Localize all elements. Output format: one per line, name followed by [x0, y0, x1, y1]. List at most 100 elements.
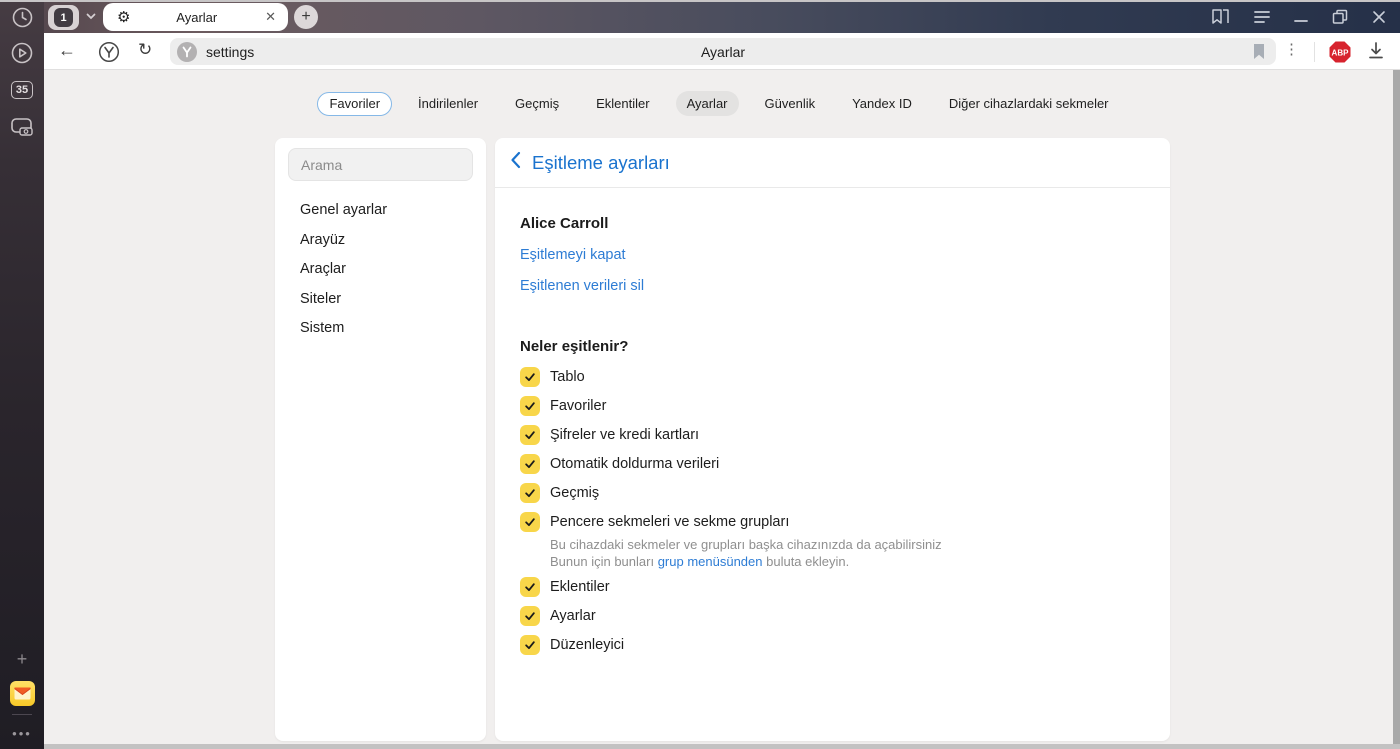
play-icon[interactable] [0, 42, 44, 64]
tab-count-badge[interactable]: 35 [0, 81, 44, 99]
tab-counter-value: 1 [54, 8, 73, 27]
download-icon[interactable] [1367, 41, 1385, 65]
restore-icon[interactable] [1332, 9, 1348, 25]
nav-tab-eklentiler[interactable]: Eklentiler [585, 91, 660, 116]
active-tab[interactable]: ⚙ Ayarlar ✕ [103, 3, 288, 31]
browser-window: 35 + ••• 1 ⚙ Ayarlar ✕ + ← ↻ settings Ay… [0, 0, 1400, 749]
toolbar-menu-dots-icon[interactable]: ⋮ [1284, 40, 1300, 58]
rail-divider [12, 714, 32, 715]
settings-top-nav: Favoriler İndirilenler Geçmiş Eklentiler… [44, 91, 1393, 116]
delete-synced-data-link[interactable]: Eşitlenen verileri sil [520, 278, 644, 294]
toolbar: ← ↻ settings Ayarlar ⋮ ABP [44, 33, 1400, 70]
account-name: Alice Carroll [520, 215, 609, 232]
settings-nav-panel: Genel ayarlar Arayüz Araçlar Siteler Sis… [275, 138, 486, 741]
window-controls [1211, 0, 1400, 33]
toolbar-divider [1314, 42, 1315, 62]
sync-item-row: Eklentiler [520, 577, 1170, 597]
yandex-protect-icon[interactable] [98, 41, 120, 68]
close-window-icon[interactable] [1372, 10, 1386, 24]
sync-item-row: Şifreler ve kredi kartları [520, 425, 1170, 445]
checkbox-checked-icon[interactable] [520, 483, 540, 503]
settings-section-list: Genel ayarlar Arayüz Araçlar Siteler Sis… [275, 202, 486, 336]
checkbox-checked-icon[interactable] [520, 606, 540, 626]
tabs-chevron-down-icon[interactable] [84, 9, 98, 28]
sync-header: Eşitleme ayarları [495, 138, 1170, 188]
nav-tab-favoriler[interactable]: Favoriler [317, 91, 393, 116]
group-menu-link[interactable]: grup menüsünden [658, 554, 763, 569]
sync-section-title: Neler eşitlenir? [520, 338, 629, 355]
sync-page-title[interactable]: Eşitleme ayarları [532, 152, 670, 174]
checkbox-checked-icon[interactable] [520, 454, 540, 474]
adblock-badge[interactable]: ABP [1328, 40, 1352, 69]
page-content: Favoriler İndirilenler Geçmiş Eklentiler… [44, 70, 1400, 749]
sync-item-label: Eklentiler [550, 579, 610, 595]
sync-item-label: Tablo [550, 369, 585, 385]
menu-icon[interactable] [1254, 10, 1270, 24]
tab-count-label: 35 [11, 81, 33, 99]
sync-item-row: Favoriler [520, 396, 1170, 416]
sync-settings-panel: Eşitleme ayarları Alice Carroll Eşitleme… [495, 138, 1170, 741]
add-panel-icon[interactable]: + [0, 649, 44, 670]
checkbox-checked-icon[interactable] [520, 635, 540, 655]
sync-body: Alice Carroll Eşitlemeyi kapat Eşitlenen… [495, 215, 1170, 655]
more-options-icon[interactable]: ••• [0, 726, 44, 741]
back-button[interactable]: ← [58, 40, 76, 61]
horizontal-scrollbar[interactable] [44, 744, 1400, 749]
settings-section-siteler[interactable]: Siteler [300, 291, 486, 307]
side-rail: 35 + ••• [0, 0, 44, 749]
settings-panels: Genel ayarlar Arayüz Araçlar Siteler Sis… [275, 138, 1170, 741]
checkbox-checked-icon[interactable] [520, 367, 540, 387]
settings-section-arayuz[interactable]: Arayüz [300, 232, 486, 248]
address-bar[interactable]: settings Ayarlar [170, 38, 1276, 65]
sync-item-label: Pencere sekmeleri ve sekme grupları [550, 514, 790, 530]
sync-item-label: Düzenleyici [550, 637, 625, 653]
sync-item-row: Pencere sekmeleri ve sekme grupları [520, 512, 1170, 532]
settings-section-sistem[interactable]: Sistem [300, 320, 486, 336]
vertical-scrollbar[interactable] [1393, 70, 1400, 744]
nav-tab-indirilenler[interactable]: İndirilenler [407, 91, 489, 116]
tab-title: Ayarlar [176, 9, 218, 25]
note-line2-after: buluta ekleyin. [762, 554, 850, 569]
window-top-edge [0, 0, 1400, 2]
sync-item-label: Ayarlar [550, 608, 596, 624]
reload-button[interactable]: ↻ [138, 40, 152, 60]
tab-counter-button[interactable]: 1 [48, 5, 79, 30]
search-input[interactable] [288, 148, 473, 181]
tab-close-icon[interactable]: ✕ [263, 9, 278, 25]
sync-item-row: Otomatik doldurma verileri [520, 454, 1170, 474]
minimize-icon[interactable] [1294, 10, 1308, 24]
settings-section-araclar[interactable]: Araçlar [300, 261, 486, 277]
svg-text:ABP: ABP [1332, 49, 1350, 58]
settings-section-genel-ayarlar[interactable]: Genel ayarlar [300, 202, 486, 218]
checkbox-checked-icon[interactable] [520, 512, 540, 532]
sync-item-label: Şifreler ve kredi kartları [550, 427, 700, 443]
sync-item-note: Bu cihazdaki sekmeler ve grupları başka … [550, 536, 1170, 570]
checkbox-checked-icon[interactable] [520, 396, 540, 416]
sync-item-row: Tablo [520, 367, 1170, 387]
note-line2-before: Bunun için bunları [550, 554, 658, 569]
bookmark-flag-icon[interactable] [1252, 43, 1266, 65]
sync-item-label: Geçmiş [550, 485, 600, 501]
omnibox-page-title: Ayarlar [700, 43, 746, 60]
mail-envelope-icon [9, 681, 35, 706]
screencast-icon[interactable] [0, 117, 44, 138]
sync-item-row: Düzenleyici [520, 635, 1170, 655]
sync-item-label: Favoriler [550, 398, 607, 414]
nav-tab-guvenlik[interactable]: Güvenlik [754, 91, 827, 116]
back-chevron-icon[interactable] [510, 151, 521, 174]
nav-tab-diger-cihazlar[interactable]: Diğer cihazlardaki sekmeler [938, 91, 1120, 116]
history-icon[interactable] [0, 7, 44, 28]
new-tab-button[interactable]: + [294, 5, 318, 29]
nav-tab-ayarlar[interactable]: Ayarlar [675, 91, 739, 116]
sync-item-label: Otomatik doldurma verileri [550, 456, 720, 472]
note-line1: Bu cihazdaki sekmeler ve grupları başka … [550, 537, 942, 552]
settings-gear-icon: ⚙ [117, 8, 131, 26]
bookmarks-panel-icon[interactable] [1211, 8, 1230, 26]
disable-sync-link[interactable]: Eşitlemeyi kapat [520, 247, 626, 263]
nav-tab-yandex-id[interactable]: Yandex ID [841, 91, 923, 116]
checkbox-checked-icon[interactable] [520, 425, 540, 445]
nav-tab-gecmis[interactable]: Geçmiş [504, 91, 570, 116]
sync-item-row: Ayarlar [520, 606, 1170, 626]
checkbox-checked-icon[interactable] [520, 577, 540, 597]
yandex-mail-icon[interactable] [0, 681, 44, 706]
